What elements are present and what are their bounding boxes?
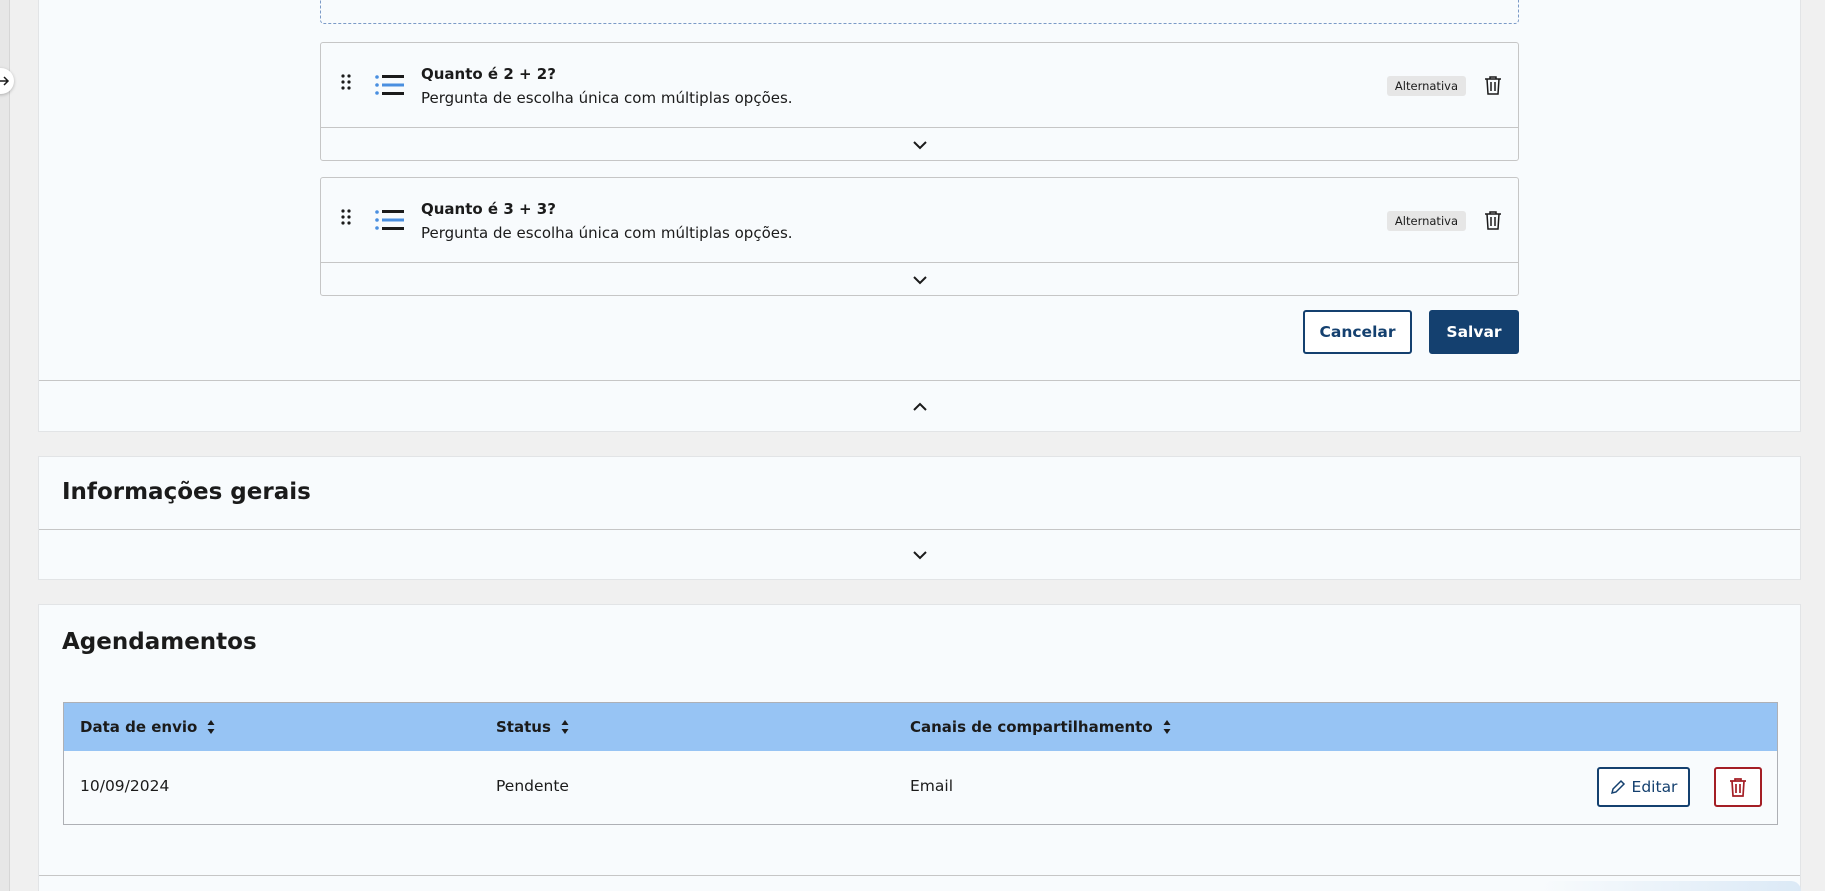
schedules-table: Data de envio Status Canais de compartil…	[63, 702, 1778, 825]
arrow-right-icon	[0, 76, 10, 86]
questions-card: Quanto é 2 + 2? Pergunta de escolha únic…	[38, 0, 1801, 432]
question-expand-toggle[interactable]	[321, 128, 1518, 161]
section-collapse-toggle[interactable]	[39, 380, 1800, 432]
table-header: Data de envio Status Canais de compartil…	[64, 703, 1777, 751]
question-type-badge: Alternativa	[1386, 211, 1466, 231]
trash-icon[interactable]	[1484, 210, 1502, 230]
question-expand-toggle[interactable]	[321, 263, 1518, 296]
sort-icon	[1163, 720, 1171, 734]
decorative-glow	[1541, 881, 1801, 891]
question-item: Quanto é 2 + 2? Pergunta de escolha únic…	[320, 42, 1519, 161]
section-expand-toggle[interactable]	[39, 529, 1800, 580]
cell-status: Pendente	[496, 777, 569, 795]
sort-icon	[207, 720, 215, 734]
question-type-badge: Alternativa	[1386, 76, 1466, 96]
edit-button[interactable]: Editar	[1597, 767, 1690, 807]
column-header-date[interactable]: Data de envio	[80, 703, 215, 751]
chevron-down-icon	[912, 551, 927, 560]
question-description: Pergunta de escolha única com múltiplas …	[421, 89, 793, 107]
column-header-status[interactable]: Status	[496, 703, 569, 751]
sort-icon	[561, 720, 569, 734]
trash-icon	[1730, 778, 1746, 797]
list-icon	[375, 210, 404, 230]
list-icon	[375, 75, 404, 95]
drag-handle-icon[interactable]	[341, 74, 351, 90]
delete-button[interactable]	[1714, 767, 1762, 807]
pencil-icon	[1610, 779, 1625, 795]
schedules-card: Agendamentos Data de envio Status Canais…	[38, 604, 1801, 891]
general-info-card: Informações gerais	[38, 456, 1801, 580]
question-item: Quanto é 3 + 3? Pergunta de escolha únic…	[320, 177, 1519, 296]
chevron-down-icon	[912, 140, 927, 149]
question-title: Quanto é 2 + 2?	[421, 65, 556, 83]
column-header-channels[interactable]: Canais de compartilhamento	[910, 703, 1171, 751]
question-title: Quanto é 3 + 3?	[421, 200, 556, 218]
table-row: 10/09/2024 Pendente Email Editar	[64, 751, 1777, 824]
trash-icon[interactable]	[1484, 75, 1502, 95]
question-description: Pergunta de escolha única com múltiplas …	[421, 224, 793, 242]
save-button[interactable]: Salvar	[1429, 310, 1519, 354]
side-navigation-rail	[0, 0, 14, 891]
cell-channel: Email	[910, 777, 954, 795]
cell-date: 10/09/2024	[80, 777, 170, 795]
cancel-button[interactable]: Cancelar	[1303, 310, 1412, 354]
drag-handle-icon[interactable]	[341, 209, 351, 225]
sidebar-toggle-button[interactable]	[0, 68, 14, 94]
section-title: Informações gerais	[62, 479, 311, 505]
question-drop-zone[interactable]	[320, 0, 1519, 24]
chevron-down-icon	[912, 275, 927, 284]
section-title: Agendamentos	[62, 629, 257, 655]
divider	[39, 875, 1800, 876]
chevron-up-icon	[912, 402, 927, 411]
